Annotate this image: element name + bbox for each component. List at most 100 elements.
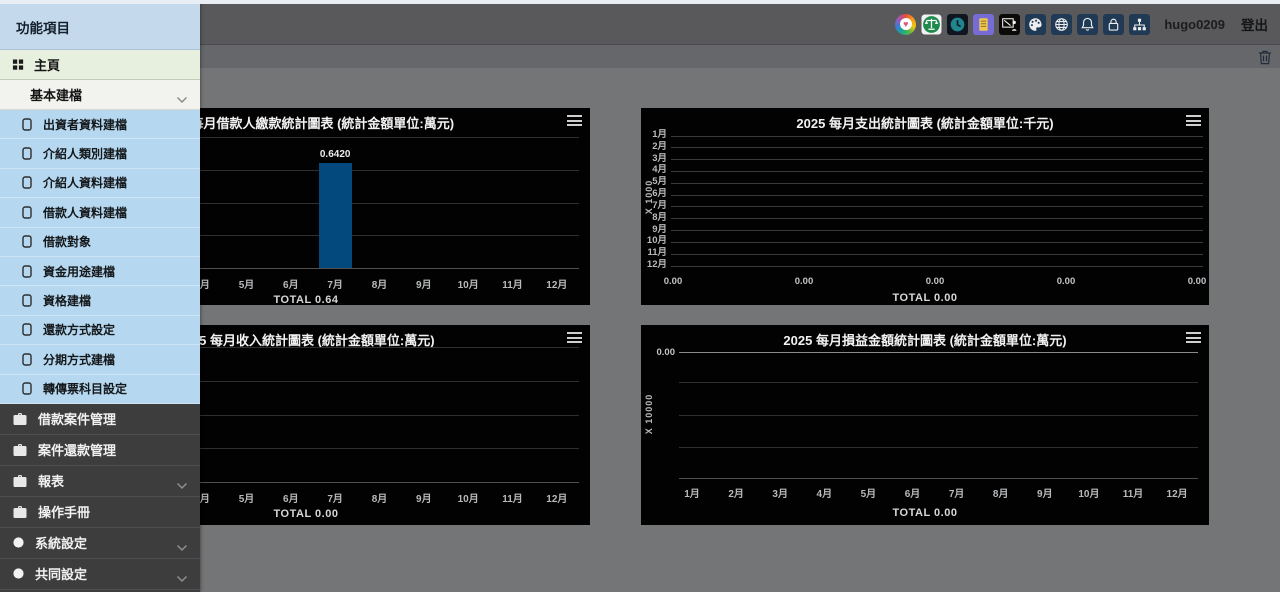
sidebar-subitem[interactable]: 介紹人類別建檔	[0, 139, 200, 168]
sidebar-subitem[interactable]: 轉傳票科目設定	[0, 375, 200, 404]
checkbox-outline-icon	[22, 382, 32, 395]
x-axis-label: 7月	[320, 490, 350, 505]
briefcase-icon	[12, 505, 28, 519]
y-axis-multiplier-label: X 1000	[644, 167, 654, 227]
x-axis-label: 8月	[365, 276, 395, 291]
topbar-icon-group: ♥	[895, 14, 1150, 35]
y-axis-label: 12月	[643, 256, 667, 270]
circle-icon	[12, 567, 25, 580]
sidebar-subitem[interactable]: 資格建檔	[0, 286, 200, 315]
sidebar-subitem-label: 資格建檔	[43, 292, 91, 309]
sidebar-item-操作手冊[interactable]: 操作手冊	[0, 497, 200, 528]
chart-panel-monthly-profit: 2025 每月損益金額統計圖表 (統計金額單位:萬元)0.00X 100001月…	[641, 325, 1209, 525]
chart-gridline	[671, 147, 1203, 148]
chevron-down-icon	[176, 539, 188, 547]
sidebar-item-label: 系統設定	[35, 533, 87, 552]
sidebar-title: 功能項目	[16, 17, 70, 37]
sidebar-header: 功能項目	[0, 0, 200, 50]
sidebar-subitem[interactable]: 出資者資料建檔	[0, 110, 200, 139]
sidebar-item-系統設定[interactable]: 系統設定	[0, 528, 200, 559]
sidebar-item-案件還款管理[interactable]: 案件還款管理	[0, 435, 200, 466]
x-axis-label: 11月	[498, 490, 528, 505]
sidebar-subitem-label: 出資者資料建檔	[43, 116, 127, 133]
sidebar-subitem[interactable]: 介紹人資料建檔	[0, 169, 200, 198]
lock-icon[interactable]	[1103, 14, 1124, 35]
chart-menu-icon[interactable]	[567, 115, 582, 126]
sidebar-group-basic-setup[interactable]: 基本建檔	[0, 80, 200, 110]
sidebar-subitem[interactable]: 分期方式建檔	[0, 345, 200, 374]
sidebar-subitem[interactable]: 資金用途建檔	[0, 257, 200, 286]
chevron-down-icon	[176, 570, 188, 578]
chart-gridline	[671, 195, 1203, 196]
grid-icon	[12, 58, 25, 71]
sidebar-section-list: 借款案件管理案件還款管理報表操作手冊系統設定共同設定	[0, 404, 200, 590]
chart-gridline	[671, 230, 1203, 231]
x-axis-tick: 0.00	[795, 276, 814, 287]
trash-icon[interactable]	[1258, 49, 1272, 65]
sidebar-item-label: 操作手冊	[38, 502, 90, 521]
balance-app-icon[interactable]	[921, 14, 942, 35]
sidebar-subitem[interactable]: 還款方式設定	[0, 316, 200, 345]
sidebar-subitem[interactable]: 借款對象	[0, 228, 200, 257]
sitemap-icon[interactable]	[1129, 14, 1150, 35]
chart-menu-icon[interactable]	[567, 332, 582, 343]
sidebar-group-label: 基本建檔	[30, 85, 82, 104]
x-axis-label: 5月	[232, 490, 262, 505]
x-axis-label: 6月	[898, 485, 928, 500]
checkbox-outline-icon	[22, 147, 32, 160]
sidebar-item-報表[interactable]: 報表	[0, 466, 200, 497]
checkbox-outline-icon	[22, 323, 32, 336]
bar-value-label: 0.6420	[305, 149, 365, 160]
sidebar-subitem-label: 借款人資料建檔	[43, 204, 127, 221]
chart-total-label: TOTAL 0.00	[641, 292, 1209, 304]
x-axis-label: 7月	[942, 485, 972, 500]
username-label: hugo0209	[1164, 17, 1225, 32]
chart-gridline	[671, 183, 1203, 184]
chart-menu-icon[interactable]	[1186, 115, 1201, 126]
x-axis-tick: 0.00	[664, 276, 683, 287]
briefcase-icon	[12, 474, 28, 488]
x-axis-tick: 0.00	[926, 276, 945, 287]
globe-icon[interactable]	[1051, 14, 1072, 35]
x-axis-label: 5月	[232, 276, 262, 291]
chart-gridline	[671, 206, 1203, 207]
sidebar-item-共同設定[interactable]: 共同設定	[0, 559, 200, 590]
x-axis-label: 9月	[409, 490, 439, 505]
x-axis-label: 5月	[853, 485, 883, 500]
sidebar-item-home[interactable]: 主頁	[0, 50, 200, 80]
x-axis-label: 4月	[809, 485, 839, 500]
x-axis-label: 9月	[409, 276, 439, 291]
x-axis-tick: 0.00	[1188, 276, 1207, 287]
chart-total-label: TOTAL 0.00	[641, 507, 1209, 519]
checkbox-outline-icon	[22, 353, 32, 366]
sidebar-subitem-label: 分期方式建檔	[43, 351, 115, 368]
chart-gridline	[671, 266, 1203, 267]
checkbox-outline-icon	[22, 294, 32, 307]
x-axis-label: 11月	[498, 276, 528, 291]
checkbox-outline-icon	[22, 176, 32, 189]
checkbox-outline-icon	[22, 118, 32, 131]
chart-panel-monthly-expense: 2025 每月支出統計圖表 (統計金額單位:千元)1月2月3月4月5月6月7月8…	[641, 108, 1209, 305]
checkbox-outline-icon	[22, 265, 32, 278]
chevron-down-icon	[176, 91, 188, 99]
community-logo-icon[interactable]: ♥	[895, 14, 916, 35]
logout-button[interactable]: 登出	[1241, 14, 1268, 34]
x-axis-label: 1月	[677, 485, 707, 500]
chart-gridline	[679, 447, 1198, 448]
palette-icon[interactable]	[1025, 14, 1046, 35]
chevron-down-icon	[176, 477, 188, 485]
presentation-app-icon[interactable]	[999, 14, 1020, 35]
scroll-app-icon[interactable]	[973, 14, 994, 35]
bell-icon[interactable]	[1077, 14, 1098, 35]
clock-app-icon[interactable]	[947, 14, 968, 35]
x-axis-label: 12月	[542, 490, 572, 505]
sidebar: 功能項目 主頁 基本建檔 出資者資料建檔介紹人類別建檔介紹人資料建檔借款人資料建…	[0, 0, 200, 592]
sidebar-subitem[interactable]: 借款人資料建檔	[0, 198, 200, 227]
sidebar-item-借款案件管理[interactable]: 借款案件管理	[0, 404, 200, 435]
sidebar-subitem-label: 介紹人類別建檔	[43, 145, 127, 162]
page-top-strip	[0, 0, 1280, 4]
zero-value-label: 0.00	[641, 347, 675, 358]
chart-gridline	[679, 415, 1198, 416]
x-axis-label: 12月	[1162, 485, 1192, 500]
chart-menu-icon[interactable]	[1186, 332, 1201, 343]
